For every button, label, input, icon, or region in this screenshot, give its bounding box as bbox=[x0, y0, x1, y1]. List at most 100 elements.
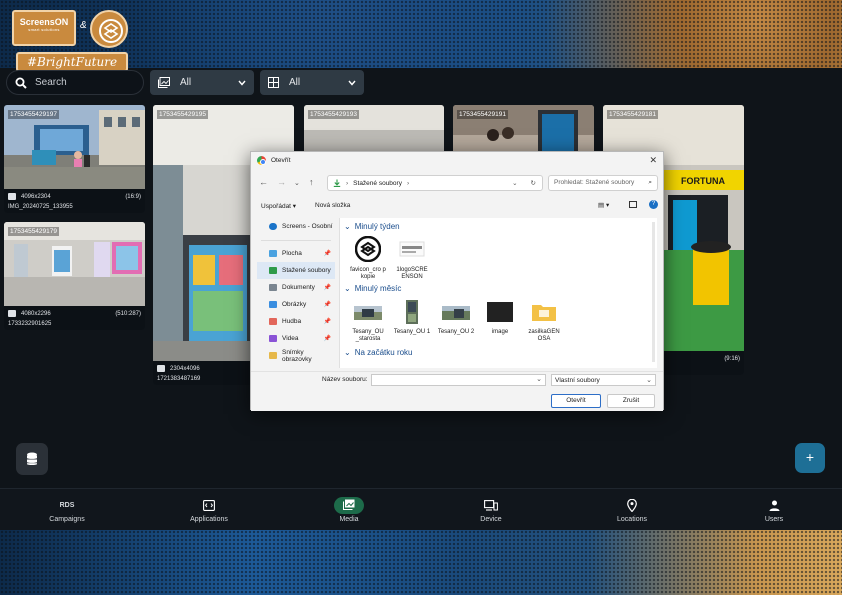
media-id: 1753455429195 bbox=[157, 110, 208, 119]
dialog-footer: Název souboru: ⌄ Vlastní soubory ⌄ Otevř… bbox=[251, 371, 663, 411]
pin-icon: 📌 bbox=[323, 251, 331, 257]
chrome-icon bbox=[257, 156, 266, 165]
sidebar-item-onedrive[interactable]: Screens - Osobní bbox=[257, 218, 335, 235]
image-thumbnail bbox=[487, 302, 513, 322]
group-header-last-month[interactable]: ⌄ Minulý měsíc bbox=[344, 284, 401, 293]
open-button[interactable]: Otevřít bbox=[551, 394, 601, 408]
desktop-icon bbox=[269, 250, 277, 257]
file-item[interactable]: zasilkaGEN OSA bbox=[524, 300, 564, 344]
chevron-down-icon: ⌄ bbox=[536, 376, 542, 383]
file-name: image bbox=[491, 329, 509, 336]
campaigns-icon: RDS bbox=[59, 501, 75, 509]
search-icon bbox=[15, 77, 27, 89]
file-item[interactable]: favicon_cro p kopie bbox=[348, 235, 388, 282]
chevron-down-icon[interactable]: ⌄ bbox=[512, 179, 517, 187]
tab-users[interactable]: Users bbox=[719, 489, 829, 531]
sidebar-item-label: Snímky obrazovky bbox=[281, 348, 312, 363]
dialog-search-input[interactable]: Prohledat: Stažené soubory ⌕ bbox=[548, 175, 658, 191]
filetype-value: Vlastní soubory bbox=[555, 377, 600, 384]
media-tile[interactable]: 1753455429197 4096x2304 (16:9) IMG_20240… bbox=[4, 105, 145, 213]
media-type-filter[interactable]: All bbox=[150, 70, 254, 95]
sidebar-item-videos[interactable]: Videa 📌 bbox=[257, 330, 335, 347]
media-info: 4096x2304 (16:9) IMG_20240725_133955 bbox=[4, 189, 145, 213]
sidebar-item-pictures[interactable]: Obrázky 📌 bbox=[257, 296, 335, 313]
media-library-icon bbox=[158, 77, 170, 88]
add-media-button[interactable]: + bbox=[795, 443, 825, 473]
storage-button[interactable] bbox=[16, 443, 48, 475]
file-open-dialog: Otevřít ✕ ← → ⌄ ↑ › Stažené soubory › ⌄ … bbox=[250, 151, 664, 411]
hashtag-banner: #BrightFuture bbox=[16, 52, 128, 72]
image-thumbnail bbox=[354, 306, 382, 320]
sidebar-item-desktop[interactable]: Plocha 📌 bbox=[257, 245, 335, 262]
image-icon bbox=[8, 193, 16, 200]
tab-campaigns[interactable]: RDS Campaigns bbox=[12, 489, 122, 531]
layout-filter[interactable]: All bbox=[260, 70, 364, 95]
sidebar-item-music[interactable]: Hudba 📌 bbox=[257, 313, 335, 330]
user-icon bbox=[769, 500, 779, 511]
file-name: Tesany_OU 1 bbox=[393, 329, 431, 336]
tab-media[interactable]: Media bbox=[294, 489, 404, 531]
group-label: Minulý měsíc bbox=[354, 284, 402, 293]
organize-button[interactable]: Uspořádat ▾ bbox=[261, 202, 296, 210]
media-filename: 1733232901625 bbox=[8, 321, 52, 327]
back-arrow-icon[interactable]: ← bbox=[259, 177, 268, 187]
address-path: Stažené soubory bbox=[353, 179, 402, 187]
tab-locations[interactable]: Locations bbox=[577, 489, 687, 531]
location-pin-icon bbox=[627, 498, 637, 512]
file-list: ⌄ Minulý týden favicon_cro p kopie 1logoS… bbox=[339, 218, 657, 368]
dialog-search-placeholder: Prohledat: Stažené soubory bbox=[554, 179, 635, 186]
sidebar-item-documents[interactable]: Dokumenty 📌 bbox=[257, 279, 335, 296]
group-header-start-of-year[interactable]: ⌄ Na začátku roku bbox=[344, 348, 413, 357]
pictures-icon bbox=[269, 301, 277, 308]
breadcrumb-chevron-icon: › bbox=[406, 179, 410, 187]
pin-icon: 📌 bbox=[323, 336, 331, 342]
file-item[interactable]: 1logoSCRE ENSON bbox=[392, 236, 432, 282]
sidebar-item-label: Videa bbox=[282, 335, 299, 342]
video-icon bbox=[269, 335, 277, 342]
media-tile[interactable]: 1753455429179 4080x2296 (510:287) 173323… bbox=[4, 222, 145, 330]
file-item[interactable]: Tesany_OU 2 bbox=[436, 300, 476, 336]
preview-pane-icon[interactable] bbox=[629, 201, 637, 208]
image-icon bbox=[8, 310, 16, 317]
file-name: favicon_cro p kopie bbox=[350, 267, 386, 281]
tab-applications[interactable]: Applications bbox=[154, 489, 264, 531]
tab-label: Campaigns bbox=[49, 516, 85, 523]
dialog-toolbar: Uspořádat ▾ Nová složka ▤ ▾ ? bbox=[251, 198, 663, 214]
group-header-last-week[interactable]: ⌄ Minulý týden bbox=[344, 222, 400, 231]
address-bar[interactable]: › Stažené soubory › ⌄ ↻ bbox=[327, 175, 543, 191]
help-icon[interactable]: ? bbox=[649, 200, 658, 209]
file-name: Tesany_OU _starosta bbox=[352, 329, 384, 343]
chevron-down-icon[interactable]: ⌄ bbox=[294, 179, 300, 187]
search-placeholder: Search bbox=[35, 77, 67, 88]
favicon-thumbnail bbox=[354, 235, 382, 263]
logo-thumbnail bbox=[399, 241, 425, 257]
dialog-title: Otevřít bbox=[271, 157, 291, 164]
close-icon[interactable]: ✕ bbox=[649, 155, 657, 166]
forward-arrow-icon[interactable]: → bbox=[277, 177, 286, 187]
sidebar-divider bbox=[261, 235, 331, 241]
sidebar-item-label: Obrázky bbox=[282, 301, 307, 308]
cloud-icon bbox=[269, 223, 277, 230]
database-icon bbox=[27, 452, 37, 466]
sidebar-item-screenshots[interactable]: Snímky obrazovky bbox=[257, 347, 335, 364]
chevron-down-icon: ⌄ bbox=[344, 284, 351, 293]
grid-icon bbox=[268, 77, 279, 88]
up-arrow-icon[interactable]: ↑ bbox=[309, 177, 314, 187]
filename-input[interactable]: ⌄ bbox=[371, 374, 546, 386]
download-icon bbox=[333, 179, 341, 187]
refresh-icon[interactable]: ↻ bbox=[531, 179, 536, 187]
new-folder-button[interactable]: Nová složka bbox=[315, 202, 350, 209]
cancel-button[interactable]: Zrušit bbox=[607, 394, 655, 408]
brand-logo: ScreensON smart solutions & #BrightFutur… bbox=[12, 10, 128, 72]
tab-device[interactable]: Device bbox=[436, 489, 546, 531]
file-name: Tesany_OU 2 bbox=[437, 329, 475, 336]
view-options-icon[interactable]: ▤ ▾ bbox=[598, 201, 609, 209]
sidebar-item-label: Screens - Osobní bbox=[282, 223, 333, 230]
filetype-select[interactable]: Vlastní soubory ⌄ bbox=[551, 374, 656, 386]
file-item[interactable]: Tesany_OU 1 bbox=[392, 300, 432, 336]
file-item[interactable]: image bbox=[480, 300, 520, 336]
scrollbar[interactable] bbox=[652, 222, 655, 362]
sidebar-item-downloads[interactable]: Stažené soubory bbox=[257, 262, 335, 279]
search-input[interactable]: Search bbox=[6, 70, 144, 95]
file-item[interactable]: Tesany_OU _starosta bbox=[348, 300, 388, 344]
